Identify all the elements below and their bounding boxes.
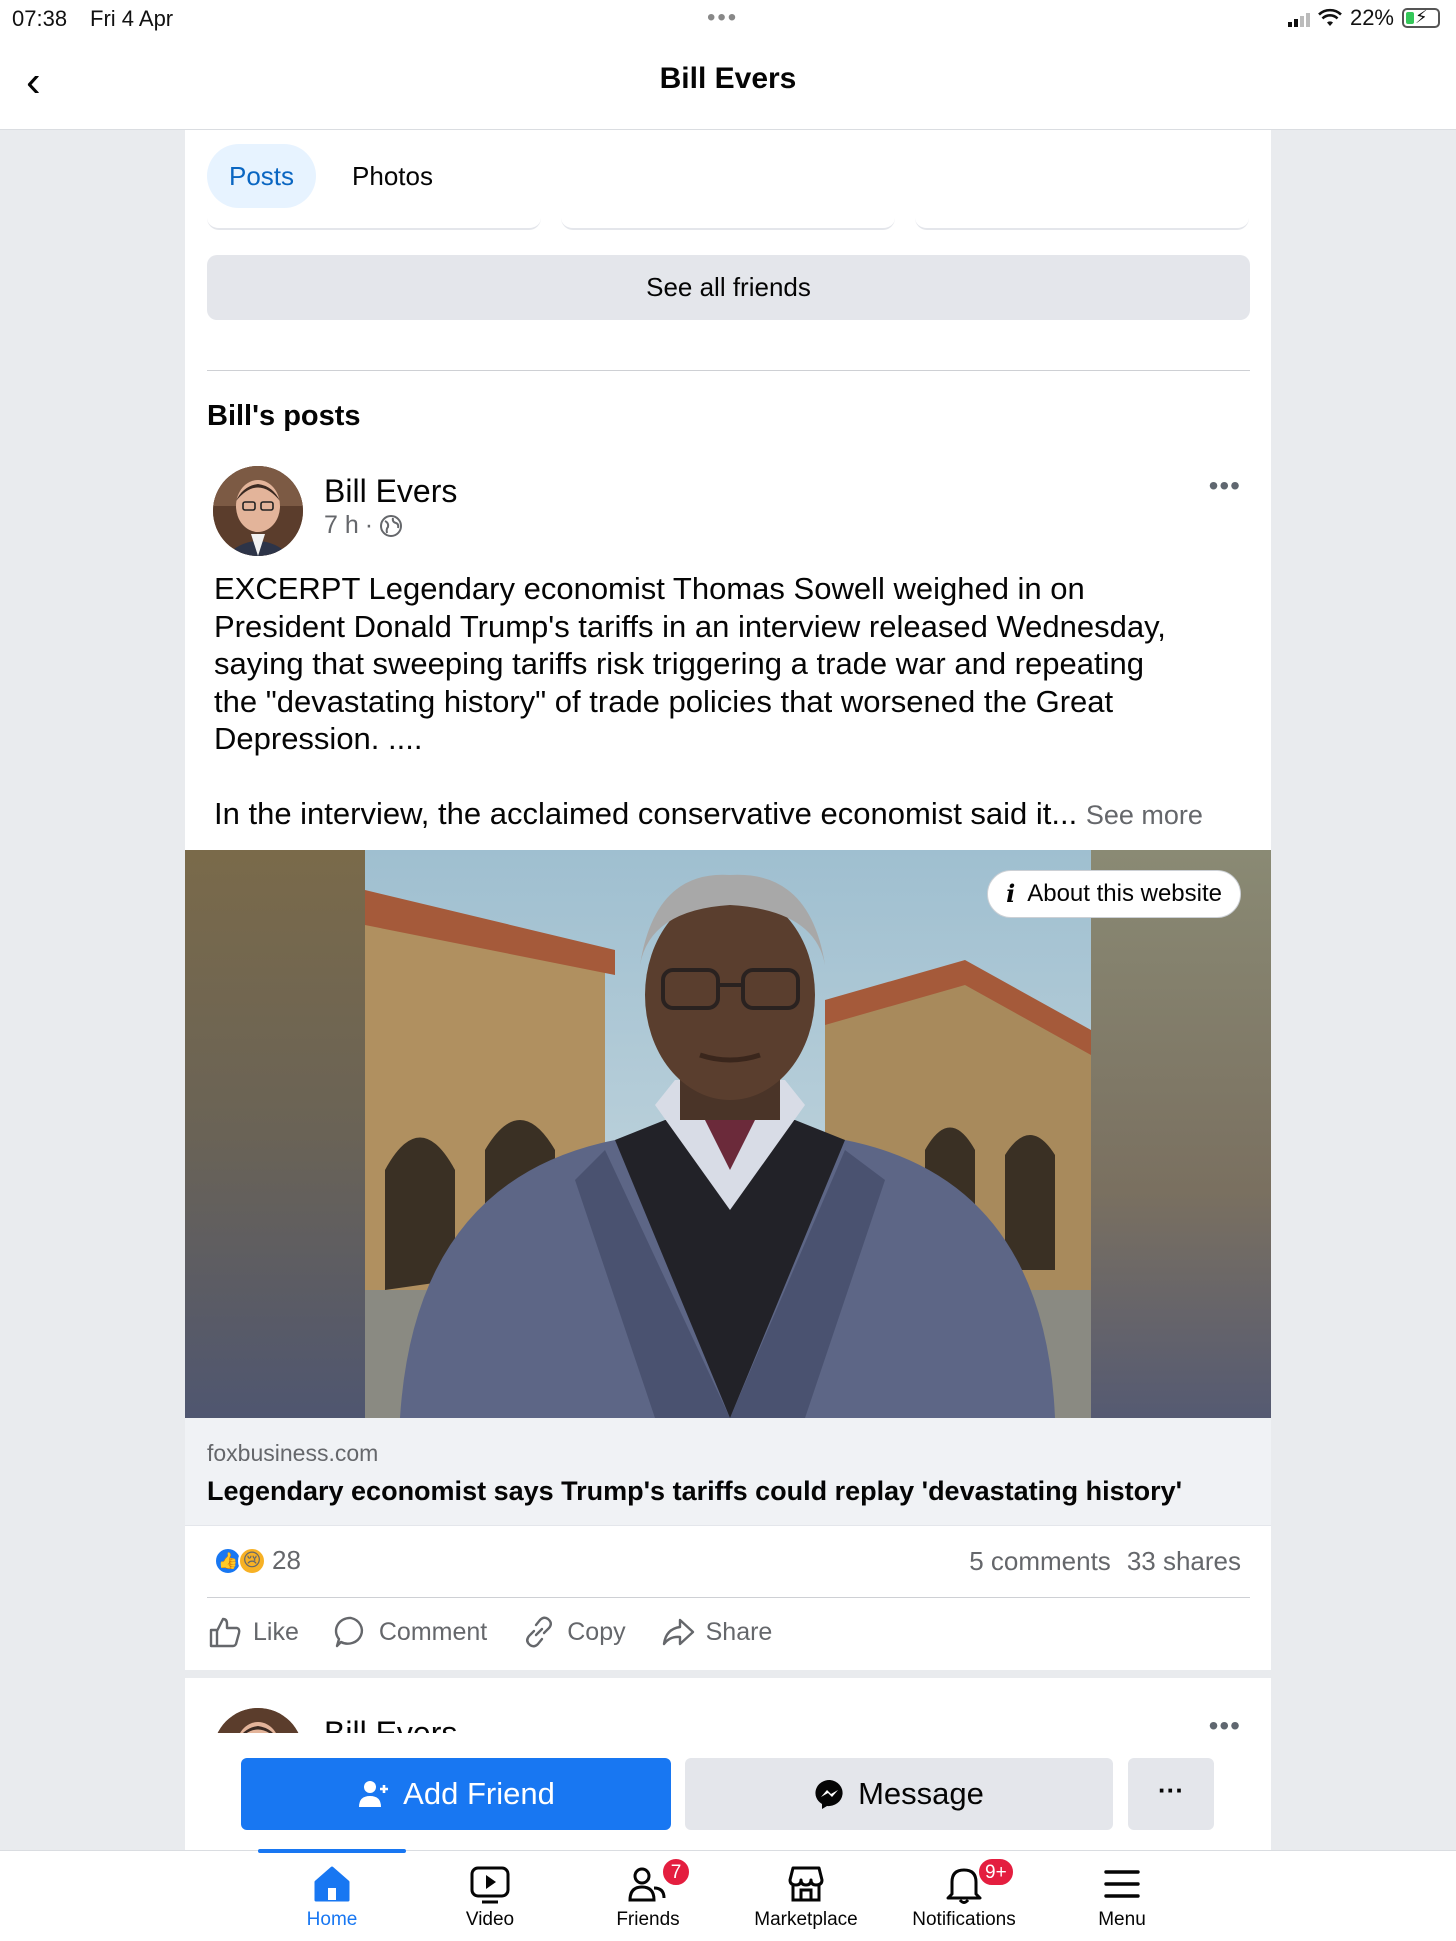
bottom-nav: Home Video 7 Friends Marketplace 9+ Noti… xyxy=(0,1849,1456,1941)
post-actions: Like Comment Copy Share xyxy=(207,1614,772,1650)
nav-notifications-label: Notifications xyxy=(912,1909,1016,1930)
comment-bubble-icon xyxy=(334,1616,363,1648)
author-avatar[interactable] xyxy=(213,466,303,556)
post-meta: 7 h · xyxy=(324,511,403,540)
see-all-friends-button[interactable]: See all friends xyxy=(207,255,1250,320)
shares-count[interactable]: 33 shares xyxy=(1127,1546,1241,1577)
comment-button[interactable]: Comment xyxy=(333,1614,487,1650)
about-this-website-label: About this website xyxy=(1027,880,1222,907)
notifications-badge: 9+ xyxy=(977,1857,1015,1887)
nav-friends-label: Friends xyxy=(616,1909,680,1930)
reaction-count: 28 xyxy=(272,1545,301,1575)
multitasking-dots-icon[interactable]: ••• xyxy=(707,4,738,32)
tab-photos[interactable]: Photos xyxy=(330,144,455,208)
post-text-line: President Donald Trump's tariffs in an i… xyxy=(214,608,1166,644)
wifi-icon xyxy=(1318,8,1342,26)
nav-video-label: Video xyxy=(465,1909,515,1930)
globe-icon xyxy=(380,514,403,537)
link-chain-icon xyxy=(526,1616,553,1648)
sowell-photo xyxy=(185,850,1271,1418)
copy-button[interactable]: Copy xyxy=(521,1614,626,1650)
share-button[interactable]: Share xyxy=(660,1614,773,1650)
post-more-options-icon[interactable]: ••• xyxy=(1209,470,1241,502)
nav-notifications[interactable]: 9+ Notifications xyxy=(889,1857,1039,1931)
post-author[interactable]: Bill Evers xyxy=(324,473,457,510)
divider xyxy=(207,1597,1250,1598)
comment-label: Comment xyxy=(378,1617,488,1646)
section-title: Bill's posts xyxy=(207,400,361,432)
tab-posts[interactable]: Posts xyxy=(207,144,317,208)
message-button[interactable]: Message xyxy=(685,1758,1113,1830)
nav-video[interactable]: Video xyxy=(415,1861,565,1931)
nav-menu-label: Menu xyxy=(1098,1909,1146,1930)
info-icon: i xyxy=(1006,879,1016,908)
home-icon xyxy=(314,1866,350,1902)
link-domain: foxbusiness.com xyxy=(207,1440,379,1466)
thumbs-up-icon xyxy=(209,1617,241,1648)
about-this-website-button[interactable]: i About this website xyxy=(987,870,1241,918)
divider xyxy=(207,370,1250,371)
like-button[interactable]: Like xyxy=(207,1614,299,1650)
share-label: Share xyxy=(705,1617,773,1646)
battery-icon: ⚡ xyxy=(1402,7,1440,28)
share-arrow-icon xyxy=(662,1618,694,1646)
post-text-line: Depression. .... xyxy=(214,721,423,757)
profile-action-bar: Add Friend Message ··· xyxy=(185,1733,1271,1850)
post-text-line: In the interview, the acclaimed conserva… xyxy=(214,795,1078,831)
nav-home[interactable]: Home xyxy=(257,1861,407,1931)
status-time: 07:38 xyxy=(12,6,68,31)
post-text-line: saying that sweeping tariffs risk trigge… xyxy=(214,646,1144,682)
marketplace-store-icon xyxy=(788,1866,824,1902)
reactions-summary[interactable]: 👍 😢 28 xyxy=(214,1545,301,1576)
nav-menu[interactable]: Menu xyxy=(1047,1861,1197,1931)
hamburger-menu-icon xyxy=(1104,1870,1140,1898)
status-right: 22% ⚡ xyxy=(1287,5,1440,31)
nav-marketplace[interactable]: Marketplace xyxy=(731,1861,881,1931)
nav-home-label: Home xyxy=(306,1909,358,1930)
nav-active-indicator xyxy=(258,1849,406,1853)
profile-content[interactable]: Posts Photos See all friends Bill's post… xyxy=(185,130,1271,1850)
page-title: Bill Evers xyxy=(659,62,797,95)
copy-label: Copy xyxy=(567,1617,626,1646)
post-stats: 5 comments 33 shares xyxy=(969,1546,1241,1577)
messenger-icon xyxy=(815,1779,843,1809)
add-friend-label: Add Friend xyxy=(403,1776,555,1811)
link-preview-info[interactable]: foxbusiness.com Legendary economist says… xyxy=(185,1418,1271,1526)
message-label: Message xyxy=(858,1776,984,1811)
post-text-second-paragraph: In the interview, the acclaimed conserva… xyxy=(214,795,1244,835)
meta-separator: · xyxy=(364,511,374,539)
friends-badge: 7 xyxy=(661,1857,691,1887)
status-bar: 07:38 Fri 4 Apr ••• 22% ⚡ xyxy=(0,0,1456,38)
post-time[interactable]: 7 h xyxy=(324,511,359,540)
post-separator xyxy=(185,1670,1271,1678)
cellular-signal-icon xyxy=(1287,9,1310,27)
video-play-icon xyxy=(470,1866,510,1904)
add-person-icon xyxy=(359,1781,389,1807)
add-friend-button[interactable]: Add Friend xyxy=(241,1758,671,1830)
page-header: ‹ Bill Evers xyxy=(0,38,1456,130)
more-profile-options-button[interactable]: ··· xyxy=(1128,1758,1214,1830)
nav-friends[interactable]: 7 Friends xyxy=(573,1857,723,1931)
friend-cards-edges xyxy=(207,218,1249,234)
status-date: Fri 4 Apr xyxy=(90,6,174,31)
nav-marketplace-label: Marketplace xyxy=(754,1909,858,1930)
like-label: Like xyxy=(253,1617,299,1646)
comments-count[interactable]: 5 comments xyxy=(969,1546,1111,1577)
profile-tabs: Posts Photos xyxy=(207,144,455,208)
post-text-line: EXCERPT Legendary economist Thomas Sowel… xyxy=(214,571,1085,606)
battery-percent: 22% xyxy=(1349,5,1394,30)
post-text: EXCERPT Legendary economist Thomas Sowel… xyxy=(214,570,1244,835)
link-preview-image[interactable]: i About this website xyxy=(185,850,1271,1418)
link-title: Legendary economist says Trump's tariffs… xyxy=(207,1476,1183,1506)
see-more-link[interactable]: See more xyxy=(1086,800,1203,830)
sad-reaction-icon: 😢 xyxy=(238,1546,266,1575)
post-text-line: the "devastating history" of trade polic… xyxy=(214,683,1114,719)
